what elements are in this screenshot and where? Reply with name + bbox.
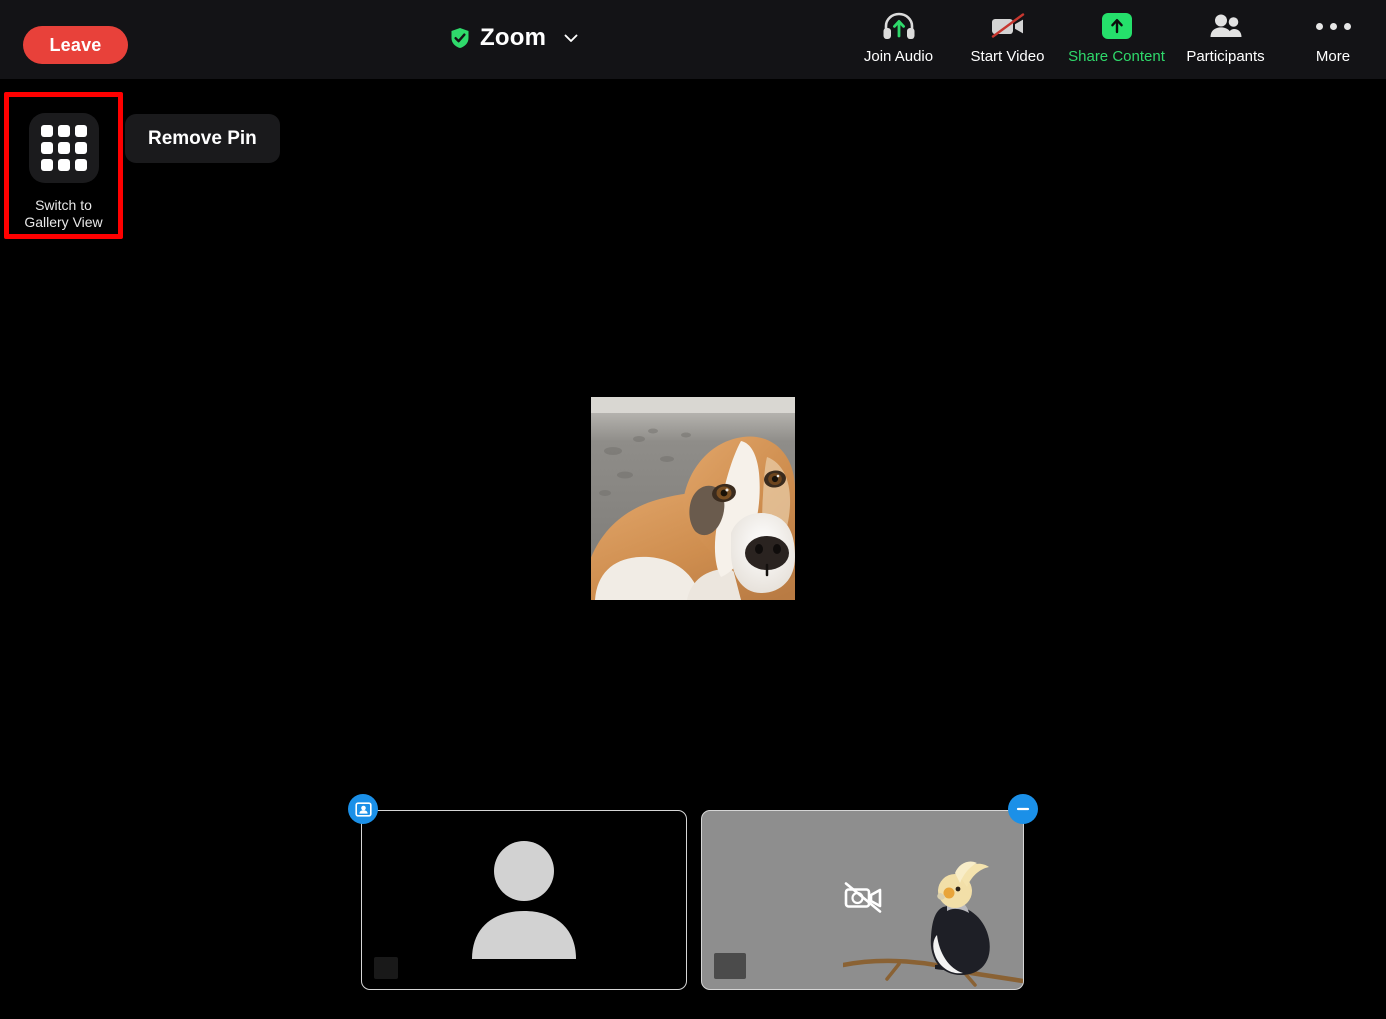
participant-name-label-hidden	[714, 953, 746, 979]
participant-thumbnail-2[interactable]	[701, 810, 1024, 990]
zoom-meeting-window: Leave Zoom	[0, 0, 1386, 1019]
dog-video-feed	[591, 397, 795, 600]
meeting-title-menu[interactable]: Zoom	[450, 24, 580, 52]
participant-thumbnail-1[interactable]	[361, 810, 687, 990]
gallery-view-label: Switch to Gallery View	[24, 197, 102, 231]
video-camera-off-icon	[988, 10, 1028, 42]
join-audio-button[interactable]: Join Audio	[844, 10, 953, 65]
gallery-view-label-line1: Switch to	[35, 197, 92, 213]
profile-card-icon	[355, 801, 372, 818]
grid-3x3-icon	[29, 113, 99, 183]
share-up-arrow-icon	[1102, 10, 1132, 42]
start-video-label: Start Video	[971, 48, 1045, 65]
minus-icon	[1015, 801, 1031, 817]
meeting-header-bar: Leave Zoom	[0, 0, 1386, 79]
share-content-label: Share Content	[1068, 48, 1165, 65]
participant-name-label-hidden	[374, 957, 398, 979]
more-label: More	[1316, 48, 1350, 65]
remove-pin-button[interactable]: Remove Pin	[125, 114, 280, 163]
gallery-view-label-line2: Gallery View	[24, 214, 102, 230]
more-button[interactable]: More	[1280, 10, 1386, 65]
pin-avatar-badge[interactable]	[348, 794, 378, 824]
share-content-button[interactable]: Share Content	[1062, 10, 1171, 65]
camera-off-icon	[841, 880, 885, 921]
leave-button[interactable]: Leave	[23, 26, 128, 64]
header-control-cluster: Join Audio Start Video	[844, 10, 1386, 65]
participants-people-icon	[1207, 10, 1245, 42]
join-audio-label: Join Audio	[864, 48, 933, 65]
avatar-placeholder-icon	[362, 811, 686, 989]
headset-audio-icon	[882, 10, 916, 42]
chevron-down-icon[interactable]	[556, 29, 580, 47]
more-ellipsis-icon	[1316, 10, 1351, 42]
participants-label: Participants	[1186, 48, 1264, 65]
meeting-title-text: Zoom	[480, 24, 546, 52]
switch-to-gallery-view-button[interactable]: Switch to Gallery View	[9, 97, 118, 234]
shield-check-icon	[450, 27, 470, 49]
pinned-speaker-video-tile[interactable]	[591, 397, 795, 600]
participants-button[interactable]: Participants	[1171, 10, 1280, 65]
start-video-button[interactable]: Start Video	[953, 10, 1062, 65]
minimize-badge[interactable]	[1008, 794, 1038, 824]
